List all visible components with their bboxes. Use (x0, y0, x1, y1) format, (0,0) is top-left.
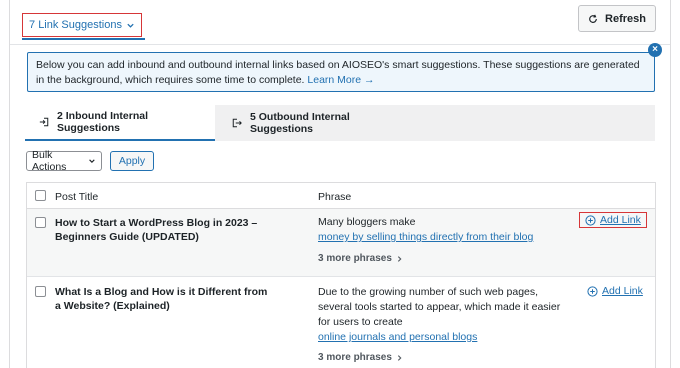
chevron-down-icon (89, 159, 95, 163)
row-checkbox[interactable] (35, 217, 46, 228)
column-post-title: Post Title (55, 191, 99, 203)
plus-circle-icon (587, 285, 598, 297)
suggestions-table: Post Title Phrase How to Start a WordPre… (26, 182, 656, 368)
phrase-cell: Many bloggers make money by selling thin… (318, 215, 568, 245)
add-link-button[interactable]: Add Link (579, 212, 647, 228)
tab-outbound-label: 5 Outbound Internal Suggestions (250, 111, 350, 135)
phrase-cell: Due to the growing number of such web pa… (318, 285, 568, 345)
refresh-button[interactable]: Refresh (578, 5, 656, 32)
tab-inbound-label: 2 Inbound Internal Suggestions (57, 110, 148, 134)
tab-outbound-suggestions[interactable]: 5 Outbound Internal Suggestions (218, 105, 418, 141)
row-checkbox[interactable] (35, 286, 46, 297)
more-phrases-label: 3 more phrases (318, 352, 392, 363)
add-link-label: Add Link (600, 214, 641, 226)
learn-more-link[interactable]: Learn More → (307, 74, 374, 86)
column-phrase: Phrase (318, 191, 352, 203)
add-link-button[interactable]: Add Link (587, 285, 643, 297)
link-suggestions-tab[interactable]: 7 Link Suggestions (22, 13, 142, 37)
close-icon[interactable]: × (648, 43, 662, 57)
bulk-actions-select[interactable]: Bulk Actions (26, 149, 102, 173)
phrase-link[interactable]: online journals and personal blogs (318, 330, 568, 345)
refresh-button-label: Refresh (605, 12, 646, 25)
more-phrases-toggle[interactable]: 3 more phrases (318, 352, 403, 363)
header-divider (10, 44, 670, 45)
plus-circle-icon (585, 214, 596, 226)
bulk-actions-label: Bulk Actions (32, 149, 67, 173)
link-suggestions-tab-label: 7 Link Suggestions (29, 19, 122, 31)
refresh-icon (589, 14, 597, 23)
tab-inbound-suggestions[interactable]: 2 Inbound Internal Suggestions (25, 105, 215, 141)
add-link-label: Add Link (602, 285, 643, 297)
post-title: What Is a Blog and How is it Different f… (55, 286, 268, 312)
phrase-link[interactable]: money by selling things directly from th… (318, 230, 568, 245)
table-row: What Is a Blog and How is it Different f… (27, 277, 655, 368)
post-title: How to Start a WordPress Blog in 2023 – … (55, 217, 258, 243)
more-phrases-toggle[interactable]: 3 more phrases (318, 253, 403, 264)
inbound-icon (39, 117, 49, 127)
suggestion-subtabs: 2 Inbound Internal Suggestions 5 Outboun… (25, 105, 655, 141)
info-notice: Below you can add inbound and outbound i… (27, 52, 655, 92)
link-assistant-panel: 7 Link Suggestions Refresh Below you can… (9, 0, 671, 368)
table-row: How to Start a WordPress Blog in 2023 – … (27, 209, 655, 277)
chevron-right-icon (397, 255, 402, 262)
apply-button[interactable]: Apply (110, 151, 154, 171)
phrase-text: Many bloggers make (318, 216, 416, 228)
outbound-icon (232, 118, 242, 128)
chevron-right-icon (397, 354, 402, 361)
apply-button-label: Apply (118, 155, 146, 167)
select-all-checkbox[interactable] (35, 190, 46, 201)
active-tab-underline (22, 38, 145, 40)
phrase-text: Due to the growing number of such web pa… (318, 286, 561, 328)
chevron-down-icon (127, 23, 134, 28)
table-header: Post Title Phrase (27, 183, 655, 209)
more-phrases-label: 3 more phrases (318, 253, 392, 264)
